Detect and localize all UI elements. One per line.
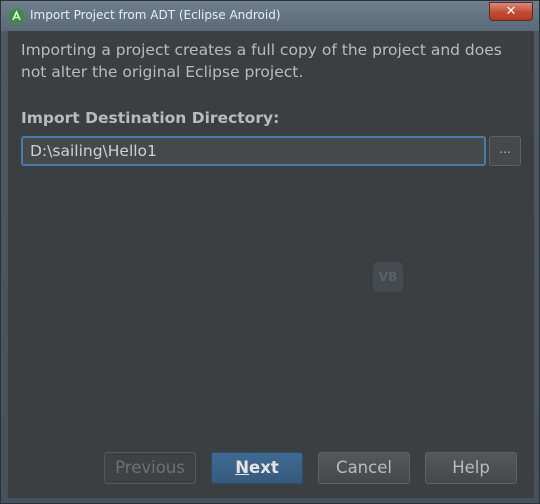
cancel-label: Cancel xyxy=(336,458,392,477)
destination-directory-input[interactable] xyxy=(21,136,486,166)
window-title: Import Project from ADT (Eclipse Android… xyxy=(30,8,281,22)
ellipsis-icon: ... xyxy=(499,142,511,156)
previous-button[interactable]: Previous xyxy=(104,452,196,484)
help-label: Help xyxy=(452,458,490,477)
watermark-icon: VB xyxy=(373,262,403,292)
browse-button[interactable]: ... xyxy=(489,136,521,166)
dialog-content: Importing a project creates a full copy … xyxy=(8,31,534,498)
previous-label: Previous xyxy=(115,458,185,477)
next-mnemonic: N xyxy=(235,458,250,477)
import-project-dialog: Import Project from ADT (Eclipse Android… xyxy=(0,0,540,504)
close-icon: ✕ xyxy=(505,4,517,19)
title-bar[interactable]: Import Project from ADT (Eclipse Android… xyxy=(1,1,539,31)
android-studio-icon xyxy=(8,8,25,25)
cancel-button[interactable]: Cancel xyxy=(318,452,410,484)
next-label-rest: ext xyxy=(249,458,279,477)
next-button[interactable]: Next xyxy=(211,452,303,484)
help-button[interactable]: Help xyxy=(425,452,517,484)
destination-label: Import Destination Directory: xyxy=(21,109,280,127)
close-button[interactable]: ✕ xyxy=(489,2,533,21)
description-text: Importing a project creates a full copy … xyxy=(21,41,502,81)
